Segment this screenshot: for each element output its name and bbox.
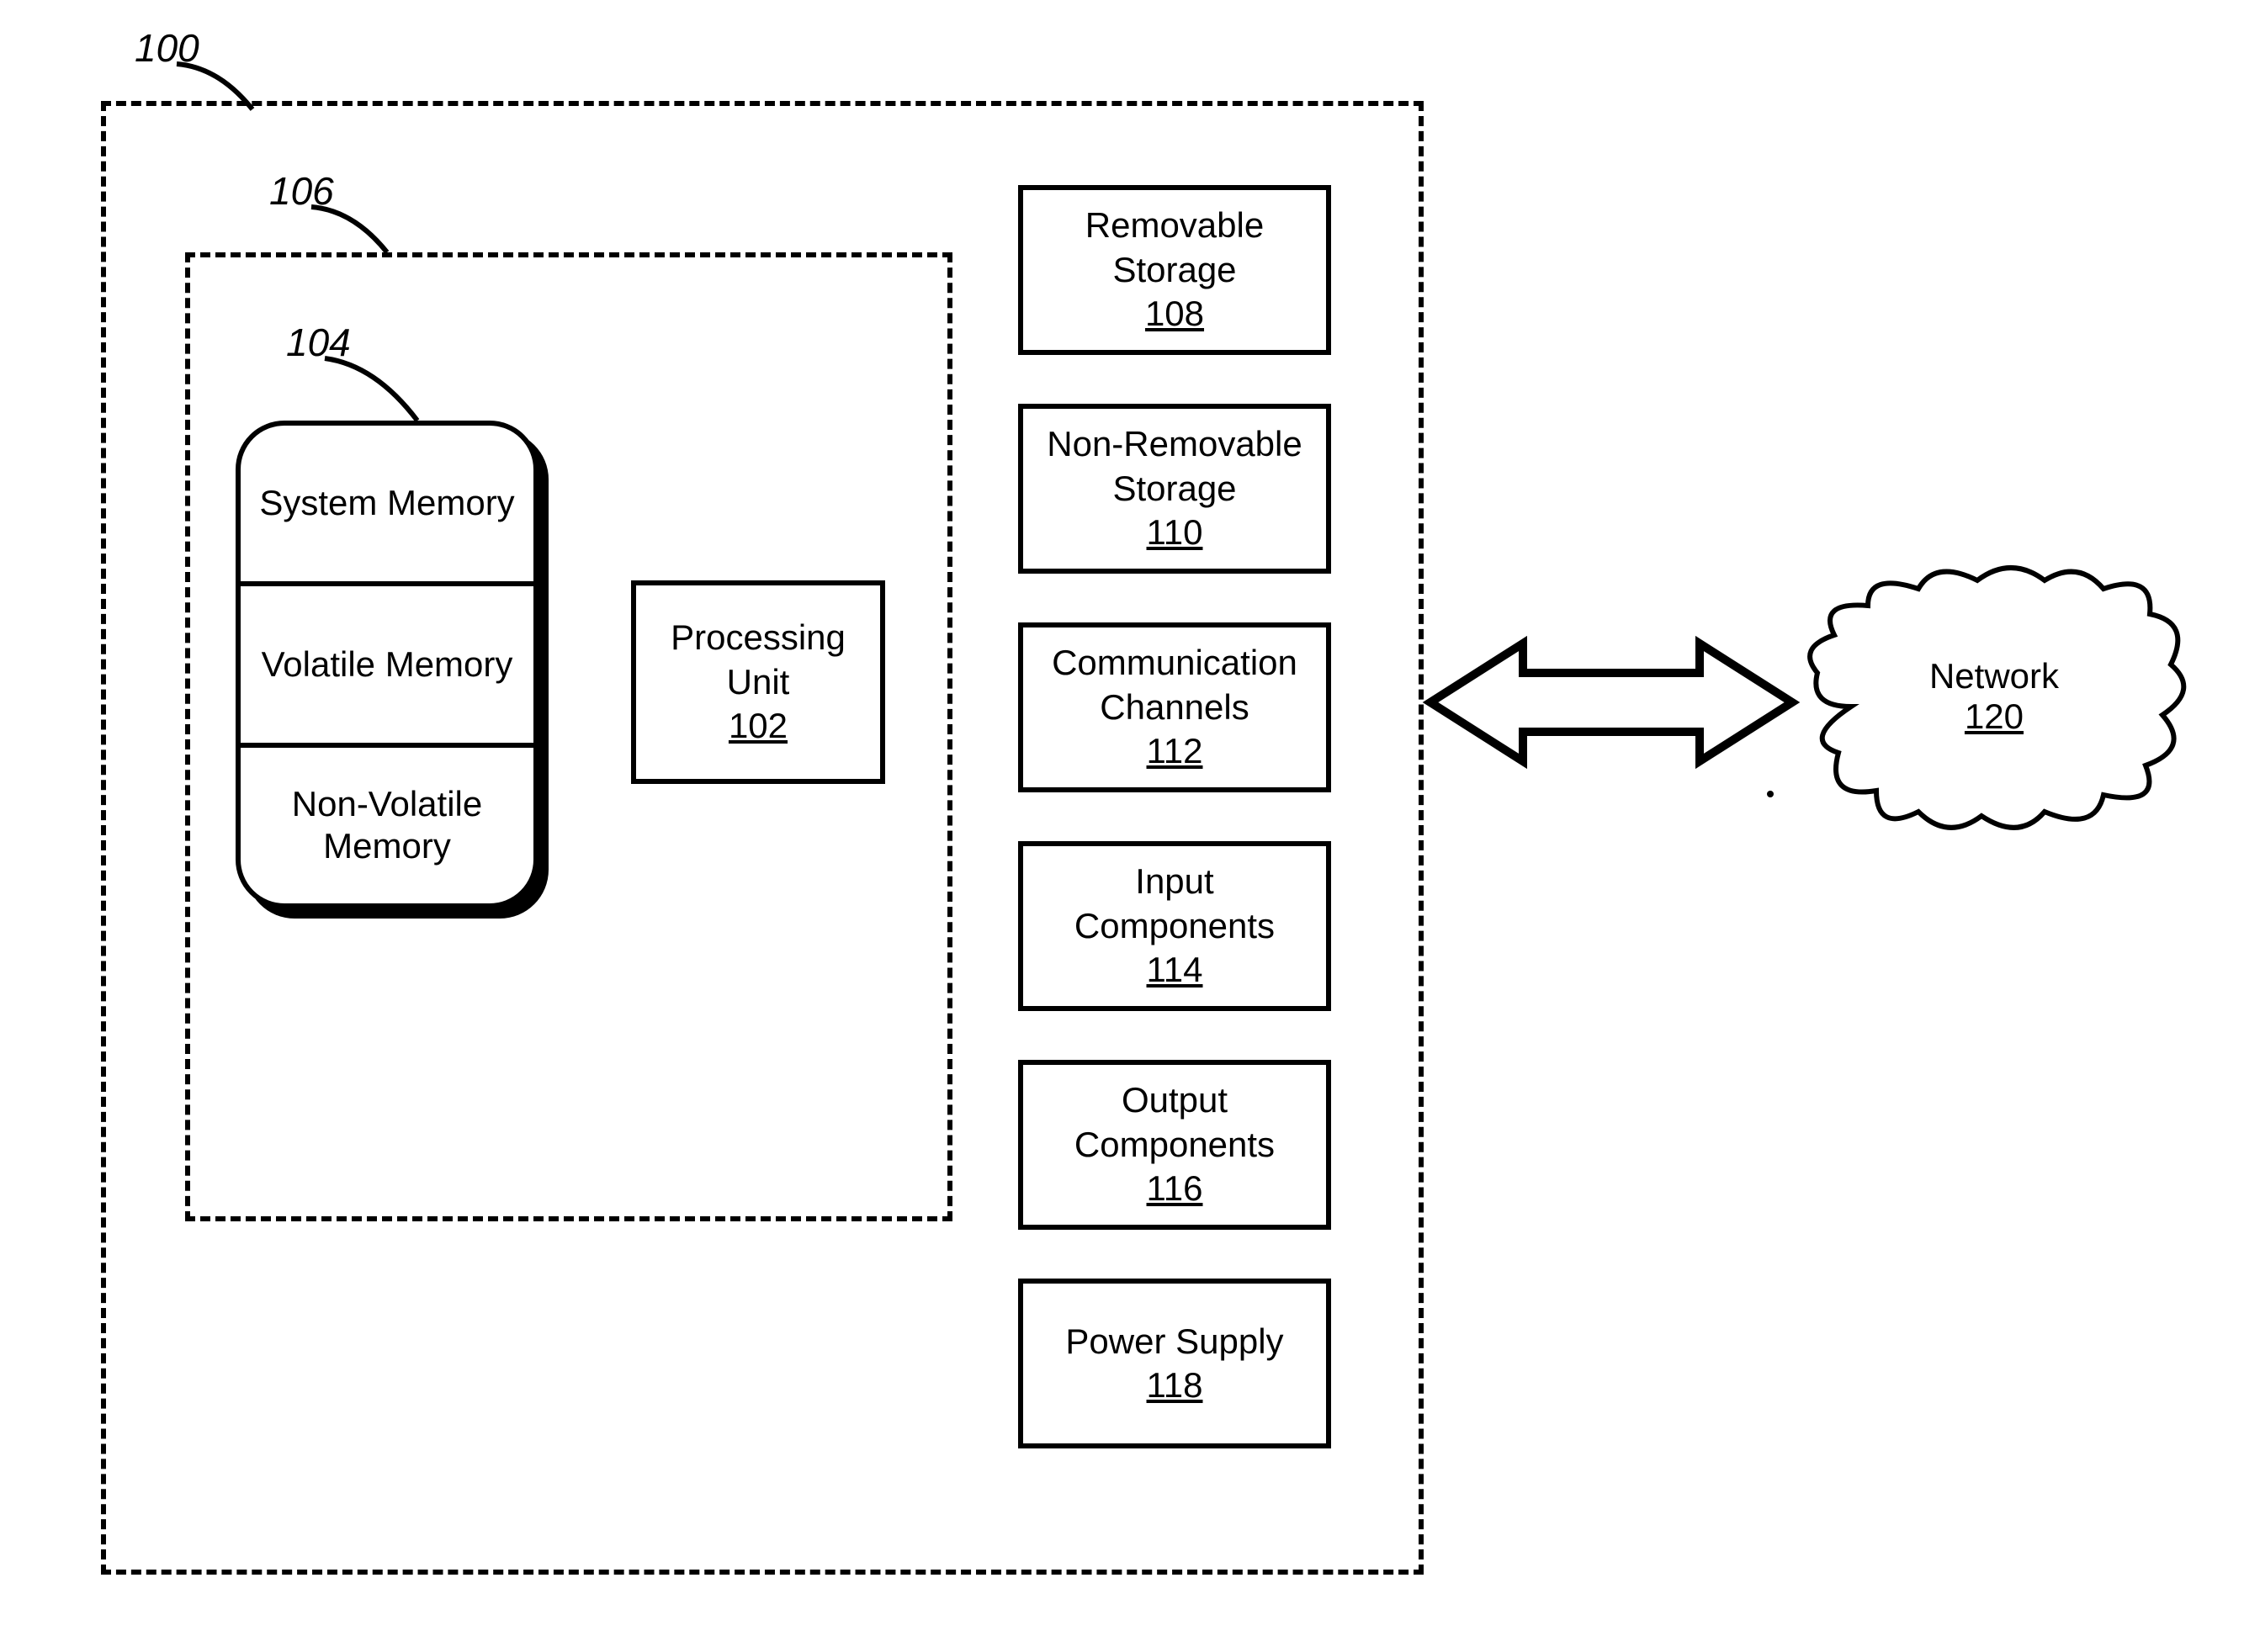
power-id: 118: [1147, 1363, 1203, 1408]
power-l1: Power Supply: [1065, 1320, 1283, 1364]
input-id: 114: [1147, 948, 1203, 993]
communication-channels-block: Communication Channels 112: [1018, 622, 1331, 792]
bidirectional-arrow: [1422, 618, 1801, 791]
removable-storage-l2: Storage: [1112, 248, 1236, 293]
removable-storage-l1: Removable: [1085, 204, 1264, 248]
nonremovable-storage-id: 110: [1147, 511, 1203, 555]
output-components-block: Output Components 116: [1018, 1060, 1331, 1230]
network-label: Network: [1929, 656, 2059, 696]
system-memory-block: System Memory Volatile Memory Non-Volati…: [236, 421, 538, 908]
communication-l1: Communication: [1052, 641, 1297, 686]
communication-id: 112: [1147, 729, 1203, 774]
processing-unit-id: 102: [729, 704, 788, 749]
removable-storage-id: 108: [1145, 292, 1204, 336]
processing-unit-block: Processing Unit 102: [631, 580, 885, 784]
memory-nonvolatile: Non-Volatile Memory: [241, 743, 533, 903]
network-id: 120: [1965, 696, 2024, 737]
output-l2: Components: [1074, 1123, 1275, 1168]
stray-dot: [1767, 791, 1774, 797]
processing-unit-label1: Processing: [671, 616, 846, 660]
input-l1: Input: [1135, 860, 1213, 904]
diagram-canvas: 100 106 104 System Memory Volatile Memor…: [0, 0, 2244, 1652]
output-id: 116: [1147, 1167, 1203, 1211]
non-removable-storage-block: Non-Removable Storage 110: [1018, 404, 1331, 574]
memory-system: System Memory: [241, 426, 533, 581]
nonremovable-storage-l1: Non-Removable: [1047, 422, 1302, 467]
input-components-block: Input Components 114: [1018, 841, 1331, 1011]
input-l2: Components: [1074, 904, 1275, 949]
nonremovable-storage-l2: Storage: [1112, 467, 1236, 511]
processing-unit-label2: Unit: [727, 660, 790, 705]
network-cloud: Network 120: [1801, 555, 2188, 841]
memory-volatile: Volatile Memory: [241, 581, 533, 742]
communication-l2: Channels: [1100, 686, 1249, 730]
output-l1: Output: [1122, 1078, 1228, 1123]
power-supply-block: Power Supply 118: [1018, 1279, 1331, 1448]
removable-storage-block: Removable Storage 108: [1018, 185, 1331, 355]
